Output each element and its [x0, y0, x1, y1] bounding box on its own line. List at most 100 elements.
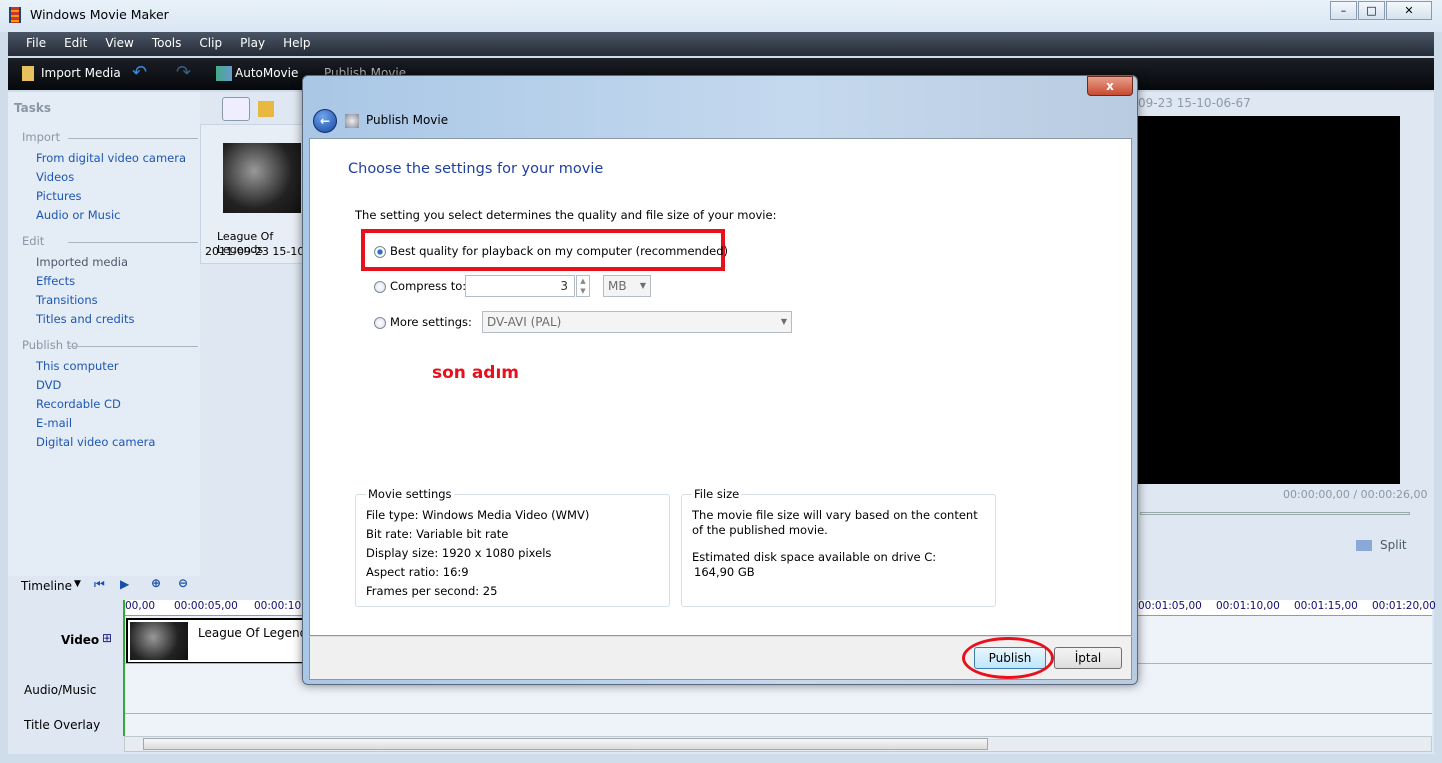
- file-size-text: The movie file size will vary based on t…: [692, 508, 978, 537]
- more-settings-select[interactable]: DV-AVI (PAL) ▼: [482, 311, 792, 333]
- automovie-button[interactable]: AutoMovie: [235, 66, 298, 80]
- tick-label: 00:01:20,00: [1372, 600, 1436, 612]
- file-size-group: File size The movie file size will vary …: [681, 487, 996, 607]
- chevron-down-icon: ▼: [639, 281, 646, 290]
- import-icon: [22, 66, 34, 81]
- scroll-thumb[interactable]: [143, 738, 988, 750]
- dialog-close-button[interactable]: x: [1087, 76, 1133, 96]
- dialog-footer: Publish İptal: [309, 636, 1132, 680]
- preview-time: 00:00:00,00 / 00:00:26,00: [1283, 488, 1428, 501]
- intro-text: The setting you select determines the qu…: [355, 208, 777, 222]
- clip-thumbnail: [223, 143, 301, 213]
- task-cd[interactable]: Recordable CD: [36, 397, 121, 411]
- task-transitions[interactable]: Transitions: [36, 293, 98, 307]
- movie-settings-group: Movie settings File type: Windows Media …: [355, 487, 670, 607]
- compress-size-input[interactable]: 3: [465, 275, 575, 297]
- radio-best-quality[interactable]: [374, 246, 386, 258]
- unit-value: MB: [608, 279, 627, 293]
- setting-bit-rate: Bit rate: Variable bit rate: [366, 527, 509, 541]
- more-settings-label[interactable]: More settings:: [390, 315, 472, 329]
- setting-display-size: Display size: 1920 x 1080 pixels: [366, 546, 552, 560]
- maximize-button[interactable]: □: [1358, 1, 1385, 20]
- section-publish: Publish to: [22, 338, 199, 352]
- undo-icon[interactable]: ↶: [132, 62, 147, 83]
- file-size-legend: File size: [694, 487, 740, 501]
- task-imported-media[interactable]: Imported media: [36, 255, 128, 269]
- more-settings-value: DV-AVI (PAL): [487, 315, 562, 329]
- highlight-circle: [962, 637, 1054, 679]
- clip-thumbnail: [130, 622, 188, 660]
- zoom-in-icon[interactable]: ⊕: [151, 576, 161, 590]
- task-email[interactable]: E-mail: [36, 416, 72, 430]
- task-dv-camera[interactable]: Digital video camera: [36, 435, 155, 449]
- radio-more-settings[interactable]: [374, 317, 386, 329]
- track-title-label: Title Overlay: [24, 718, 101, 732]
- section-edit: Edit: [22, 234, 201, 248]
- minimize-button[interactable]: –: [1330, 1, 1357, 20]
- menu-clip[interactable]: Clip: [199, 36, 222, 50]
- menu-help[interactable]: Help: [283, 36, 310, 50]
- task-this-computer[interactable]: This computer: [36, 359, 119, 373]
- seek-bar[interactable]: [1140, 512, 1410, 515]
- menu-edit[interactable]: Edit: [64, 36, 87, 50]
- zoom-out-icon[interactable]: ⊖: [178, 576, 188, 590]
- view-toggle-button[interactable]: [222, 97, 250, 121]
- task-dvd[interactable]: DVD: [36, 378, 61, 392]
- cancel-button[interactable]: İptal: [1054, 647, 1122, 669]
- chevron-down-icon: ▼: [780, 317, 787, 326]
- redo-icon[interactable]: ↷: [176, 62, 191, 83]
- task-from-camera[interactable]: From digital video camera: [36, 151, 186, 165]
- tick-label: 00:00:10,: [254, 600, 305, 612]
- timeline-dropdown[interactable]: Timeline: [21, 579, 72, 593]
- automovie-icon: [216, 66, 232, 81]
- divider: [124, 713, 1432, 714]
- play-icon[interactable]: ▶: [120, 577, 129, 591]
- collections-icon[interactable]: [258, 101, 274, 117]
- task-pictures[interactable]: Pictures: [36, 189, 82, 203]
- disk-space-label: Estimated disk space available on drive …: [692, 550, 937, 564]
- timeline-clip-name: League Of Legends: [198, 626, 314, 640]
- compress-stepper[interactable]: ▲ ▼: [576, 275, 590, 297]
- back-button[interactable]: ←: [313, 109, 337, 133]
- rewind-icon[interactable]: ⏮: [94, 577, 105, 592]
- menu-bar: File Edit View Tools Clip Play Help: [8, 32, 1434, 56]
- import-media-button[interactable]: Import Media: [41, 66, 121, 80]
- title-bar: Windows Movie Maker – □ ✕: [0, 0, 1442, 32]
- window-title: Windows Movie Maker: [30, 7, 169, 22]
- compress-label[interactable]: Compress to:: [390, 279, 466, 293]
- best-quality-label[interactable]: Best quality for playback on my computer…: [390, 244, 728, 258]
- tick-label: 00:01:05,00: [1138, 600, 1202, 612]
- setting-file-type: File type: Windows Media Video (WMV): [366, 508, 590, 522]
- track-video-label: Video: [61, 633, 100, 647]
- menu-view[interactable]: View: [105, 36, 133, 50]
- horizontal-scrollbar[interactable]: [124, 736, 1432, 752]
- split-button[interactable]: Split: [1380, 538, 1407, 552]
- movie-settings-legend: Movie settings: [368, 487, 452, 501]
- dialog-title: Publish Movie: [366, 113, 449, 127]
- publish-icon: [345, 114, 359, 128]
- unit-select[interactable]: MB ▼: [603, 275, 651, 297]
- menu-play[interactable]: Play: [240, 36, 265, 50]
- dialog-heading: Choose the settings for your movie: [348, 161, 604, 177]
- disk-space-value: 164,90 GB: [694, 565, 755, 579]
- clip-date: 2011-09-23 15-10-: [205, 245, 309, 258]
- film-icon: [9, 7, 21, 23]
- menu-tools[interactable]: Tools: [152, 36, 182, 50]
- dialog-content: Choose the settings for your movie The s…: [309, 138, 1132, 636]
- chevron-down-icon[interactable]: ▼: [74, 579, 81, 589]
- menu-file[interactable]: File: [26, 36, 46, 50]
- task-videos[interactable]: Videos: [36, 170, 74, 184]
- media-clip[interactable]: League Of Legends 2011-09-23 15-10-: [200, 124, 310, 264]
- radio-compress[interactable]: [374, 281, 386, 293]
- task-effects[interactable]: Effects: [36, 274, 75, 288]
- close-button[interactable]: ✕: [1386, 1, 1432, 20]
- task-titles[interactable]: Titles and credits: [36, 312, 134, 326]
- task-audio[interactable]: Audio or Music: [36, 208, 120, 222]
- tick-label: 00:01:15,00: [1294, 600, 1358, 612]
- expand-icon[interactable]: ⊞: [102, 631, 112, 645]
- setting-fps: Frames per second: 25: [366, 584, 498, 598]
- tick-label: 00:00:05,00: [174, 600, 238, 612]
- tasks-title: Tasks: [14, 101, 52, 115]
- playhead[interactable]: [123, 600, 125, 736]
- track-audio-label: Audio/Music: [24, 683, 97, 697]
